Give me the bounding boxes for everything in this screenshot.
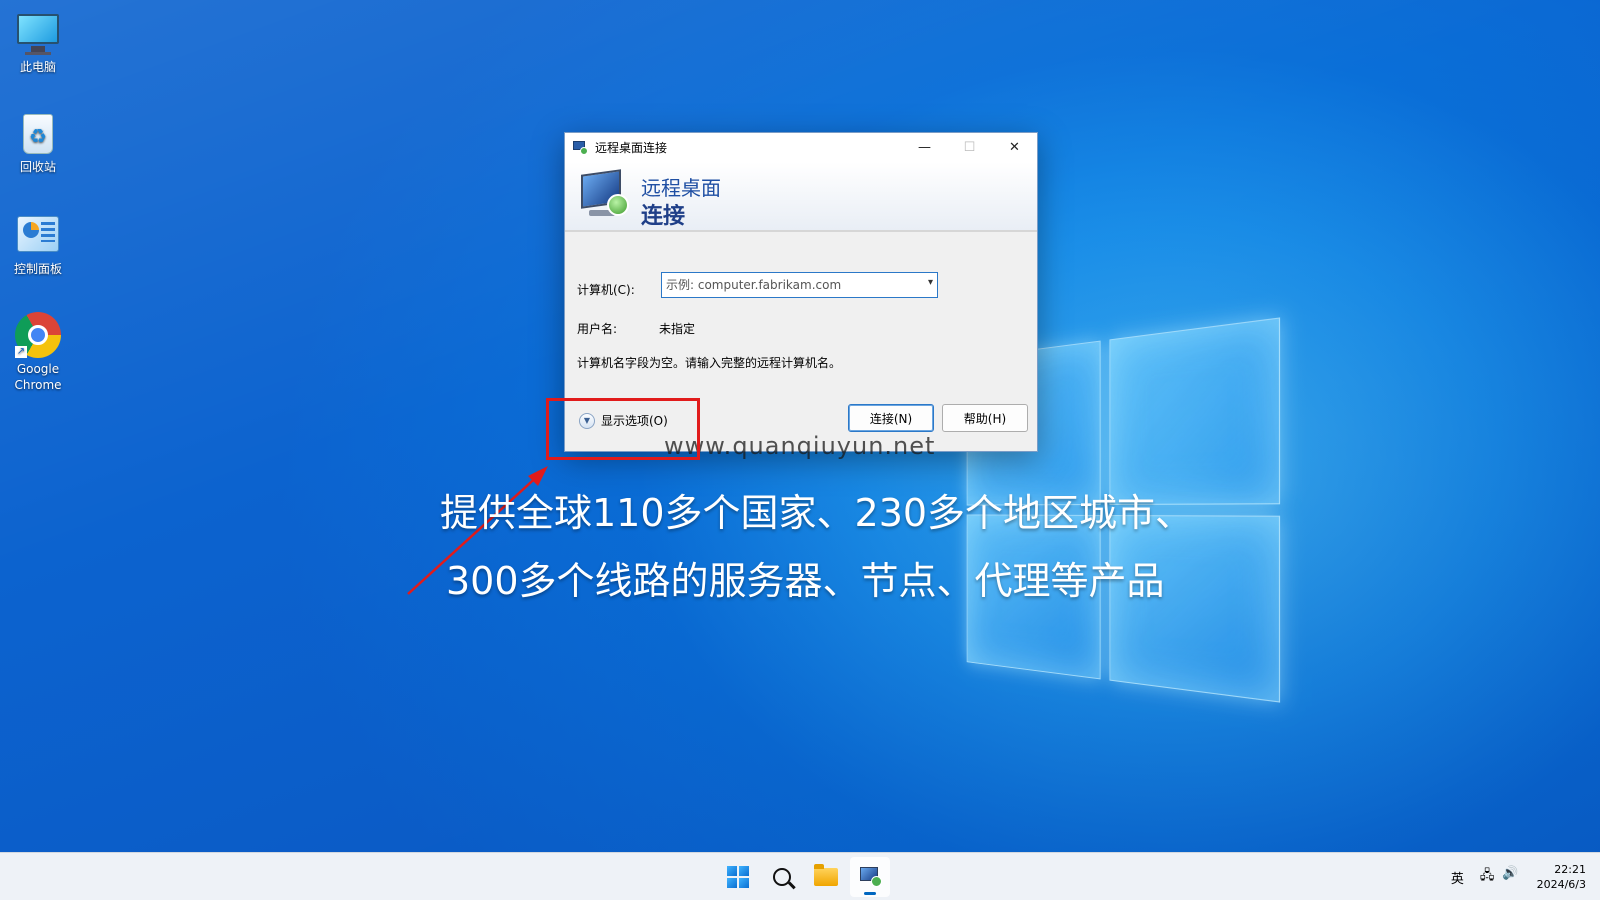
desktop-icon-label: 控制面板 (0, 261, 76, 277)
windows-start-icon (727, 866, 749, 888)
desktop-icon-recycle-bin[interactable]: ♻ 回收站 (0, 110, 76, 175)
username-label: 用户名: (577, 320, 617, 337)
status-message: 计算机名字段为空。请输入完整的远程计算机名。 (577, 354, 841, 371)
clock-time: 22:21 (1537, 862, 1586, 877)
ime-indicator[interactable]: 英 (1451, 868, 1464, 887)
chrome-icon: ↗ (15, 312, 61, 358)
computer-input[interactable] (662, 278, 912, 292)
dialog-banner: 远程桌面 连接 (565, 162, 1037, 232)
watermark-text: www.quanqiuyun.net (664, 432, 935, 460)
banner-title-line2: 连接 (641, 198, 685, 230)
chevron-down-icon[interactable]: ▾ (928, 277, 933, 288)
remote-desktop-icon (858, 866, 882, 888)
desktop-icon-this-pc[interactable]: 此电脑 (0, 10, 76, 75)
maximize-button: ☐ (947, 133, 992, 162)
search-button[interactable] (762, 857, 802, 897)
search-icon (773, 868, 791, 886)
promo-line-1: 提供全球110多个国家、230多个地区城市、 (440, 482, 1300, 537)
desktop-icon-chrome[interactable]: ↗ Google Chrome (0, 312, 76, 393)
desktop: 此电脑 ♻ 回收站 控制面板 ↗ Google Chrome 远程桌面连接 — … (0, 0, 1600, 852)
control-panel-icon (15, 212, 61, 258)
close-button[interactable]: ✕ (992, 133, 1037, 162)
desktop-icon-label: Google Chrome (8, 361, 68, 393)
file-explorer-button[interactable] (806, 857, 846, 897)
clock-date: 2024/6/3 (1537, 877, 1586, 892)
promo-line-2: 300多个线路的服务器、节点、代理等产品 (446, 550, 1306, 605)
computer-icon (15, 10, 61, 56)
remote-desktop-icon (573, 141, 589, 155)
recycle-bin-icon: ♻ (15, 110, 61, 156)
volume-icon[interactable]: 🔊 (1502, 866, 1518, 888)
network-icon[interactable]: 🖧 (1480, 866, 1495, 888)
desktop-icon-label: 回收站 (0, 159, 76, 175)
banner-title-line1: 远程桌面 (641, 172, 721, 201)
folder-icon (814, 868, 838, 886)
help-button[interactable]: 帮助(H) (942, 404, 1028, 432)
system-tray: 英 🖧 🔊 22:21 2024/6/3 (1451, 853, 1586, 900)
highlight-box (546, 398, 700, 460)
desktop-icon-control-panel[interactable]: 控制面板 (0, 212, 76, 277)
computer-combobox[interactable]: ▾ (661, 272, 938, 298)
dialog-titlebar[interactable]: 远程桌面连接 — ☐ ✕ (565, 133, 1037, 162)
remote-desktop-taskbar-button[interactable] (850, 857, 890, 897)
username-value: 未指定 (659, 320, 695, 337)
computer-label: 计算机(C): (577, 281, 635, 298)
connect-button[interactable]: 连接(N) (848, 404, 934, 432)
clock[interactable]: 22:21 2024/6/3 (1537, 862, 1586, 892)
dialog-title: 远程桌面连接 (595, 139, 667, 156)
start-button[interactable] (718, 857, 758, 897)
minimize-button[interactable]: — (902, 133, 947, 162)
monitor-globe-icon (579, 170, 629, 220)
desktop-icon-label: 此电脑 (0, 59, 76, 75)
taskbar: 英 🖧 🔊 22:21 2024/6/3 (0, 852, 1600, 900)
